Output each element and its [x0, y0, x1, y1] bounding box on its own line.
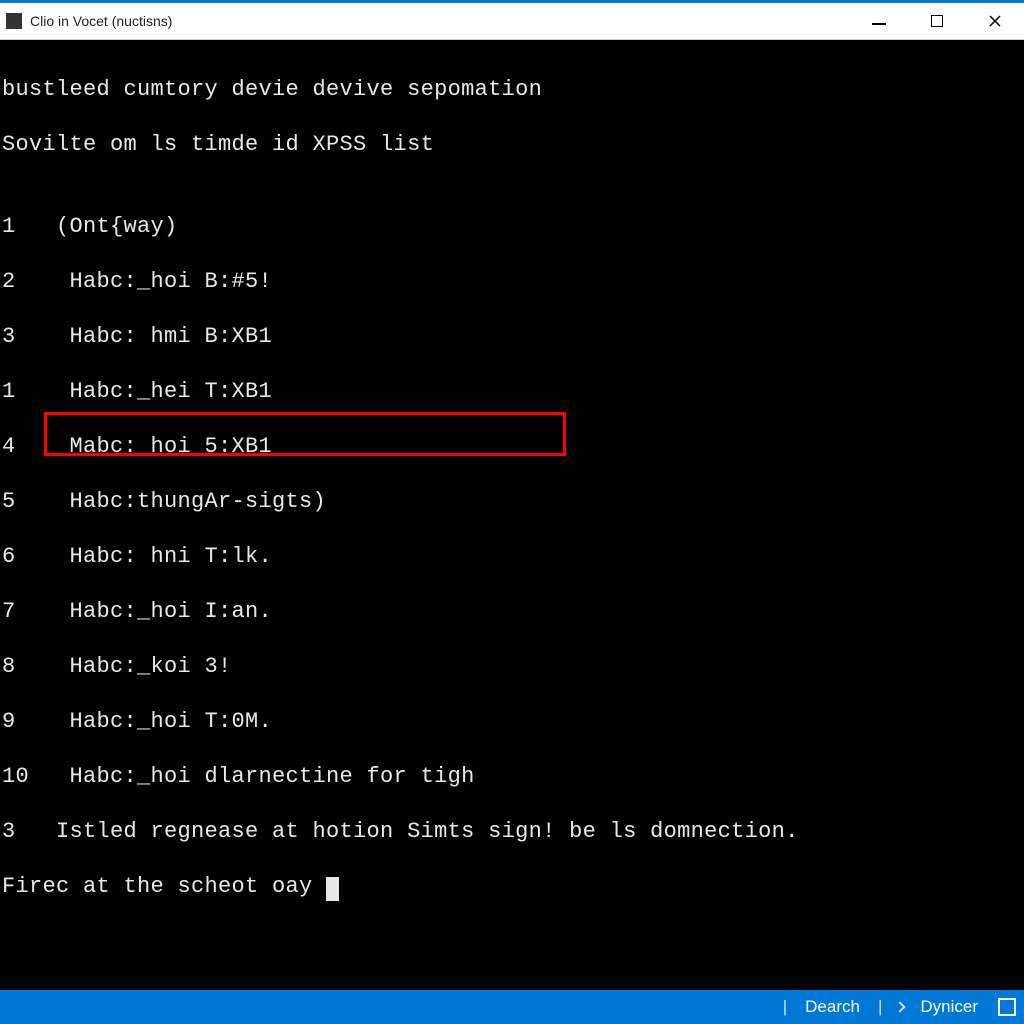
maximize-button[interactable]	[908, 3, 966, 39]
taskbar-separator: |	[878, 997, 882, 1017]
minimize-button[interactable]	[850, 3, 908, 39]
terminal-line: 3 Istled regnease at hotion Simts sign! …	[2, 818, 1022, 846]
titlebar-left: Clio in Vocet (nuctisns)	[0, 13, 172, 29]
terminal-line: 4 Mabc: hoi 5:XB1	[2, 433, 1022, 461]
app-icon	[6, 13, 22, 29]
maximize-icon	[931, 15, 943, 27]
terminal-line: 7 Habc:_hoi I:an.	[2, 598, 1022, 626]
terminal-line: 5 Habc:thungAr-sigts)	[2, 488, 1022, 516]
terminal-line: 8 Habc:_koi 3!	[2, 653, 1022, 681]
minimize-icon	[872, 23, 886, 25]
window-controls	[850, 3, 1024, 39]
terminal-line: 1 (Ont{way)	[2, 213, 1022, 241]
terminal-line: bustleed cumtory devie devive sepomation	[2, 76, 1022, 104]
terminal-line: 9 Habc:_hoi T:0M.	[2, 708, 1022, 736]
terminal-line: 10 Habc:_hoi dlarnectine for tigh	[2, 763, 1022, 791]
terminal-line: 6 Habc: hni T:lk.	[2, 543, 1022, 571]
taskbar-separator: |	[783, 997, 787, 1017]
window-title: Clio in Vocet (nuctisns)	[30, 13, 172, 29]
terminal-line: 2 Habc:_hoi B:#5!	[2, 268, 1022, 296]
terminal-prompt-line: Firec at the scheot oay	[2, 873, 1022, 901]
close-button[interactable]	[966, 3, 1024, 39]
close-icon	[989, 15, 1001, 27]
taskbar: | Dearch | Dynicer	[0, 990, 1024, 1024]
taskbar-search[interactable]: Dearch	[799, 995, 866, 1019]
taskbar-dynicer[interactable]: Dynicer	[914, 995, 984, 1019]
terminal-line: 3 Habc: hmi B:XB1	[2, 323, 1022, 351]
taskbar-tray-icon[interactable]	[998, 998, 1016, 1016]
window-titlebar: Clio in Vocet (nuctisns)	[0, 0, 1024, 40]
terminal-output[interactable]: bustleed cumtory devie devive sepomation…	[0, 40, 1024, 990]
cursor	[326, 877, 339, 901]
terminal-line: 1 Habc:_hei T:XB1	[2, 378, 1022, 406]
terminal-prompt: Firec at the scheot oay	[2, 874, 326, 899]
terminal-line: Sovilte om ls timde id XPSS list	[2, 131, 1022, 159]
chevron-right-icon	[895, 1001, 906, 1012]
